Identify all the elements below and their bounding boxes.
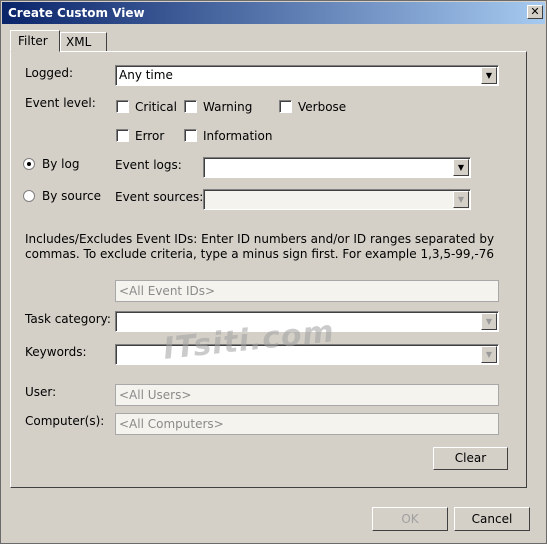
user-input[interactable]: <All Users>: [115, 384, 499, 406]
chevron-down-icon[interactable]: ▼: [453, 159, 469, 176]
title-bar: Create Custom View ✕: [2, 2, 545, 24]
computers-placeholder: <All Computers>: [119, 417, 224, 431]
event-level-label: Event level:: [25, 96, 96, 110]
event-logs-label: Event logs:: [115, 158, 182, 172]
chevron-down-icon[interactable]: ▼: [481, 346, 497, 363]
event-ids-description: Includes/Excludes Event IDs: Enter ID nu…: [25, 232, 495, 261]
event-logs-select[interactable]: ▼: [203, 157, 471, 178]
error-checkbox[interactable]: [116, 129, 129, 142]
ok-button[interactable]: OK: [372, 507, 448, 531]
tab-filter[interactable]: Filter: [10, 30, 60, 52]
tab-xml[interactable]: XML: [60, 32, 107, 52]
event-ids-input[interactable]: <All Event IDs>: [115, 280, 499, 302]
logged-label: Logged:: [25, 66, 74, 80]
logged-select[interactable]: Any time ▼: [115, 65, 499, 86]
cancel-button[interactable]: Cancel: [454, 507, 530, 531]
close-icon[interactable]: ✕: [527, 5, 543, 19]
logged-value: Any time: [119, 68, 173, 82]
by-source-label: By source: [42, 189, 101, 203]
create-custom-view-dialog: Create Custom View ✕ Filter XML Logged: …: [0, 0, 547, 544]
window-title: Create Custom View: [8, 6, 145, 20]
chevron-down-icon[interactable]: ▼: [453, 191, 469, 208]
verbose-checkbox[interactable]: [279, 100, 292, 113]
event-ids-placeholder: <All Event IDs>: [119, 284, 216, 298]
computers-label: Computer(s):: [25, 414, 105, 428]
by-log-label: By log: [42, 157, 80, 171]
tab-filter-label: Filter: [18, 34, 48, 48]
tab-xml-label: XML: [66, 35, 92, 49]
event-sources-label: Event sources:: [115, 190, 204, 204]
warning-checkbox[interactable]: [184, 100, 197, 113]
computers-input[interactable]: <All Computers>: [115, 413, 499, 435]
critical-checkbox[interactable]: [116, 100, 129, 113]
user-label: User:: [25, 385, 57, 399]
by-source-radio[interactable]: [23, 190, 35, 202]
keywords-label: Keywords:: [25, 345, 87, 359]
information-label: Information: [203, 129, 273, 143]
warning-label: Warning: [203, 100, 253, 114]
information-checkbox[interactable]: [184, 129, 197, 142]
event-sources-select[interactable]: ▼: [203, 189, 471, 210]
task-category-label: Task category:: [25, 312, 111, 326]
by-log-radio[interactable]: [23, 158, 35, 170]
error-label: Error: [135, 129, 165, 143]
verbose-label: Verbose: [298, 100, 347, 114]
clear-button[interactable]: Clear: [433, 447, 508, 470]
chevron-down-icon[interactable]: ▼: [481, 67, 497, 84]
radio-selected-dot: [27, 162, 31, 166]
critical-label: Critical: [135, 100, 177, 114]
chevron-down-icon[interactable]: ▼: [481, 313, 497, 330]
user-placeholder: <All Users>: [119, 388, 192, 402]
